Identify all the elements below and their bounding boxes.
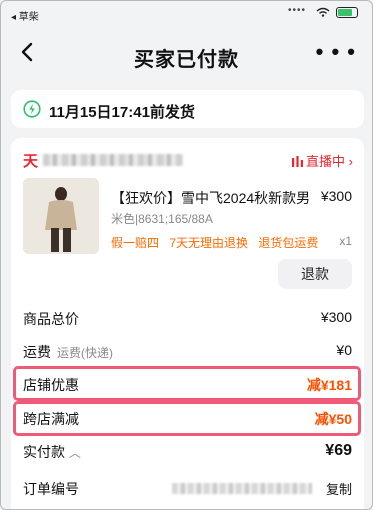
service-tag: 7天无理由退换 — [169, 236, 249, 250]
lightning-clock-icon — [23, 100, 41, 118]
order-number-row: 订单编号 复制 — [23, 479, 352, 499]
shop-header[interactable]: 天 直播中 › — [23, 150, 353, 170]
product-price: ¥300 — [320, 188, 352, 204]
product-quantity: x1 — [339, 234, 352, 248]
order-number-redacted — [172, 483, 312, 494]
goods-total-value: ¥300 — [320, 309, 352, 325]
paid-amount-value: ¥69 — [325, 442, 352, 459]
shipping-fee-label: 运费 — [23, 344, 51, 360]
order-number-label: 订单编号 — [23, 481, 79, 497]
highlight-box-store-discount — [13, 366, 361, 401]
paid-amount-row[interactable]: 实付款 ︿ ¥69 — [23, 442, 352, 462]
copy-button[interactable]: 复制 — [326, 479, 352, 498]
product-name[interactable]: 【狂欢价】雪中飞2024秋新款男 — [111, 188, 310, 208]
product-spec: 米色|8631;165/88A — [111, 212, 213, 226]
nav-bar: 买家已付款 • • • — [1, 23, 372, 85]
shipping-fee-row: 运费 运费(快递) ¥0 — [23, 342, 352, 362]
live-link[interactable]: 直播中 › — [292, 151, 353, 170]
tmall-logo: 天 — [23, 153, 39, 170]
app-frame: ◂ 草柴 •••• 买家已付款 • • • 11月15日17:41前发货 天 直… — [0, 0, 373, 510]
wifi-icon — [316, 7, 330, 17]
order-detail-card: 天 直播中 › 【狂欢价】雪中飞2024秋新款男 ¥300 米色|8631;16… — [11, 138, 364, 509]
goods-total-label: 商品总价 — [23, 311, 79, 327]
live-label: 直播中 — [306, 154, 346, 169]
shipping-deadline-card: 11月15日17:41前发货 — [11, 90, 364, 128]
battery-icon — [336, 7, 358, 18]
return-to-app-link[interactable]: ◂ 草柴 — [11, 8, 39, 23]
shipping-fee-value: ¥0 — [336, 342, 352, 358]
live-bars-icon — [292, 156, 304, 167]
highlight-box-cross-store — [13, 401, 361, 436]
shipping-fee-sub: 运费(快递) — [57, 346, 113, 360]
service-tags: 假一赔四 7天无理由退换 退货包运费 — [111, 234, 325, 251]
signal-dots-icon: •••• — [287, 5, 306, 16]
paid-amount-label: 实付款 — [23, 444, 65, 460]
status-bar: ◂ 草柴 •••• — [1, 1, 372, 23]
product-thumbnail[interactable] — [23, 178, 99, 254]
goods-total-row: 商品总价 ¥300 — [23, 309, 352, 329]
service-tag: 假一赔四 — [111, 236, 160, 250]
more-options-icon[interactable]: • • • — [316, 41, 356, 63]
refund-button[interactable]: 退款 — [278, 259, 352, 289]
shop-name-redacted — [43, 154, 183, 166]
chevron-up-icon[interactable]: ︿ — [69, 446, 81, 460]
service-tag: 退货包运费 — [258, 236, 319, 250]
shipping-deadline-text: 11月15日17:41前发货 — [49, 104, 195, 121]
